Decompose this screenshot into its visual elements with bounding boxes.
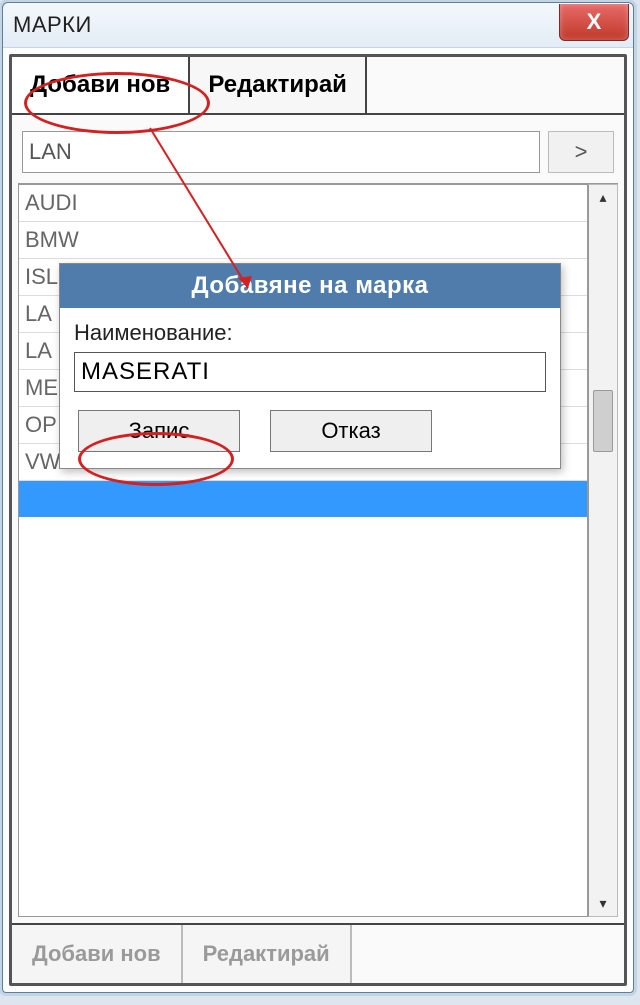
scrollbar[interactable]: ▴ ▾ xyxy=(588,184,618,917)
cancel-button[interactable]: Отказ xyxy=(270,410,432,452)
dialog-body: Наименование: Запис Отказ xyxy=(60,308,560,468)
search-go-button[interactable]: > xyxy=(548,131,614,173)
marks-list[interactable]: AUDI BMW ISL LA LA ME OP VW Добавяне на … xyxy=(18,184,588,917)
list-item-selected[interactable] xyxy=(19,481,587,517)
scroll-up-icon[interactable]: ▴ xyxy=(599,185,606,210)
footer-add-button[interactable]: Добави нов xyxy=(12,925,183,983)
body-area: Добави нов Редактирай > AUDI BMW ISL LA … xyxy=(9,54,627,986)
window-title: МАРКИ xyxy=(13,12,92,38)
close-button[interactable]: X xyxy=(559,4,629,41)
footer-edit-button[interactable]: Редактирай xyxy=(183,925,352,983)
search-input[interactable] xyxy=(22,131,540,173)
list-item[interactable]: AUDI xyxy=(19,185,587,222)
search-row: > xyxy=(12,115,624,183)
close-icon: X xyxy=(587,9,602,35)
save-button[interactable]: Запис xyxy=(78,410,240,452)
marks-window: МАРКИ X Добави нов Редактирай > AUDI BMW… xyxy=(2,2,634,993)
tab-bar: Добави нов Редактирай xyxy=(12,57,624,115)
add-mark-dialog: Добавяне на марка Наименование: Запис От… xyxy=(59,263,561,469)
chevron-right-icon: > xyxy=(575,139,588,165)
name-label: Наименование: xyxy=(74,320,546,346)
name-input[interactable] xyxy=(74,352,546,392)
scrollbar-thumb[interactable] xyxy=(593,390,613,452)
list-wrap: AUDI BMW ISL LA LA ME OP VW Добавяне на … xyxy=(18,183,618,917)
footer-bar: Добави нов Редактирай xyxy=(12,923,624,983)
tab-add-new[interactable]: Добави нов xyxy=(12,57,190,113)
list-item[interactable]: BMW xyxy=(19,222,587,259)
titlebar: МАРКИ X xyxy=(3,3,633,48)
dialog-button-row: Запис Отказ xyxy=(74,410,546,452)
dialog-title: Добавяне на марка xyxy=(60,264,560,308)
scroll-down-icon[interactable]: ▾ xyxy=(599,891,606,916)
tab-edit[interactable]: Редактирай xyxy=(190,57,367,113)
